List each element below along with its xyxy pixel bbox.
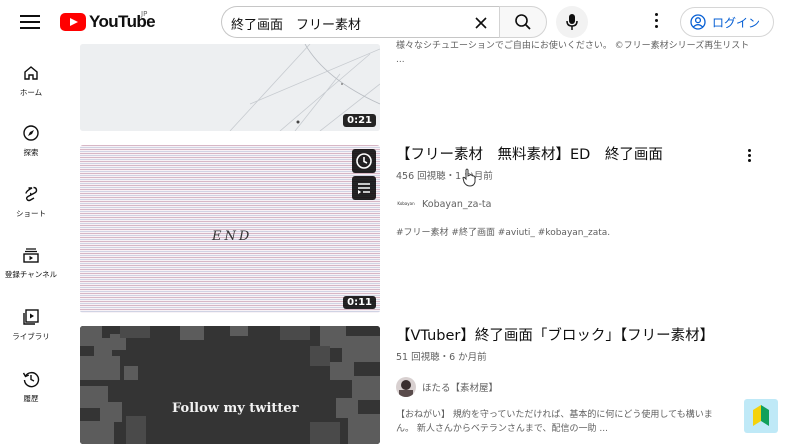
channel-row[interactable]: Kobayan Kobayan_za-ta (396, 194, 756, 214)
video-description: #フリー素材 #終了画面 #aviuti_ #kobayan_zata. (396, 228, 611, 238)
guide-sidebar: ホーム 探索 ショート 登録チャンネル ライブラリ 履歴 (0, 44, 62, 444)
home-icon (24, 66, 38, 80)
video-duration: 0:11 (343, 296, 376, 309)
hand-cursor-icon (462, 168, 476, 187)
video-info: 【フリー素材 無料素材】ED 終了画面 456 回視聴・1 か月前 Kobaya… (396, 145, 756, 240)
thumbnail-image (80, 326, 380, 444)
sidebar-item-label: 履歴 (23, 394, 39, 403)
account-icon (690, 14, 706, 30)
sidebar-item-label: ホーム (19, 88, 43, 97)
video-result[interactable]: Follow my twitter 【VTuber】終了画面「ブロック」【フリー… (80, 326, 770, 444)
sidebar-item-explore[interactable]: 探索 (0, 124, 62, 176)
sidebar-item-label: 登録チャンネル (4, 270, 58, 279)
logo-country-code: JP (141, 10, 148, 18)
beginner-mark-icon (753, 405, 769, 426)
video-description-line: ん。 新人さんからベテランさんまで、配信の一助 ... (396, 424, 608, 434)
sidebar-item-shorts[interactable]: ショート (0, 185, 62, 237)
video-thumbnail[interactable]: END 0:11 (80, 145, 380, 313)
thumbnail-overlay-text: END (212, 229, 253, 244)
clear-icon[interactable] (473, 15, 489, 31)
sidebar-item-label: ライブラリ (12, 332, 50, 341)
library-icon (23, 309, 39, 325)
shorts-icon (25, 186, 38, 202)
channel-avatar[interactable] (396, 377, 416, 397)
login-button[interactable]: ログイン (680, 7, 774, 37)
video-thumbnail[interactable]: 0:21 (80, 44, 380, 131)
history-icon (22, 371, 40, 388)
video-description: 【おねがい】 規約を守っていただければ、基本的に何にどう使用しても構いま ん。 … (396, 408, 756, 436)
subscriptions-icon (23, 248, 39, 263)
thumbnail-overlay-text: Follow my twitter (172, 401, 299, 416)
thumbnail-image (80, 44, 380, 131)
video-meta: 51 回視聴・6 か月前 (396, 352, 487, 363)
search-icon (515, 14, 531, 30)
video-meta: 456 回視聴・1 か月前 (396, 171, 493, 182)
voice-search-button[interactable] (556, 6, 588, 38)
sidebar-item-label: 探索 (23, 148, 39, 157)
video-description-line: 【おねがい】 規約を守っていただければ、基本的に何にどう使用しても構いま (396, 410, 713, 420)
explore-icon (23, 125, 39, 141)
search-box (221, 6, 499, 38)
video-result[interactable]: END 0:11 【フリー素材 無料素材】ED 終了画面 456 回視聴・1 か… (80, 145, 770, 313)
video-duration: 0:21 (343, 114, 376, 127)
channel-row[interactable]: ほたる【素材屋】 (396, 377, 756, 397)
channel-name[interactable]: Kobayan_za-ta (422, 199, 491, 210)
more-actions-icon[interactable] (744, 147, 754, 165)
sidebar-item-home[interactable]: ホーム (0, 64, 62, 116)
menu-icon[interactable] (18, 11, 42, 33)
video-thumbnail[interactable]: Follow my twitter (80, 326, 380, 444)
masthead: YouTube JP ログイン (0, 0, 790, 44)
video-info: 【VTuber】終了画面「ブロック」【フリー素材】 51 回視聴・6 か月前 ほ… (396, 326, 756, 436)
sidebar-item-library[interactable]: ライブラリ (0, 308, 62, 360)
sidebar-item-label: ショート (16, 209, 46, 218)
search-button[interactable] (499, 6, 547, 38)
video-title[interactable]: 【フリー素材 無料素材】ED 終了画面 (396, 145, 756, 165)
login-label: ログイン (712, 15, 761, 30)
more-vert-icon[interactable] (646, 10, 666, 34)
video-info: 様々なシチュエーションでご自由にお使いください。 ©フリー素材シリーズ再生リスト… (396, 39, 756, 67)
sidebar-item-history[interactable]: 履歴 (0, 370, 62, 422)
mic-icon (566, 14, 578, 30)
add-to-queue-icon[interactable] (352, 176, 376, 200)
sidebar-item-subscriptions[interactable]: 登録チャンネル (0, 246, 62, 298)
watch-later-icon[interactable] (352, 149, 376, 173)
youtube-play-icon (60, 13, 86, 31)
video-result[interactable]: 0:21 様々なシチュエーションでご自由にお使いください。 ©フリー素材シリーズ… (80, 41, 770, 132)
search-input[interactable] (231, 12, 461, 34)
channel-avatar[interactable]: Kobayan (396, 194, 416, 214)
video-description: 様々なシチュエーションでご自由にお使いください。 ©フリー素材シリーズ再生リスト… (396, 41, 750, 65)
video-title[interactable]: 【VTuber】終了画面「ブロック」【フリー素材】 (396, 326, 756, 346)
channel-name[interactable]: ほたる【素材屋】 (422, 380, 498, 394)
beginner-badge (744, 399, 778, 433)
